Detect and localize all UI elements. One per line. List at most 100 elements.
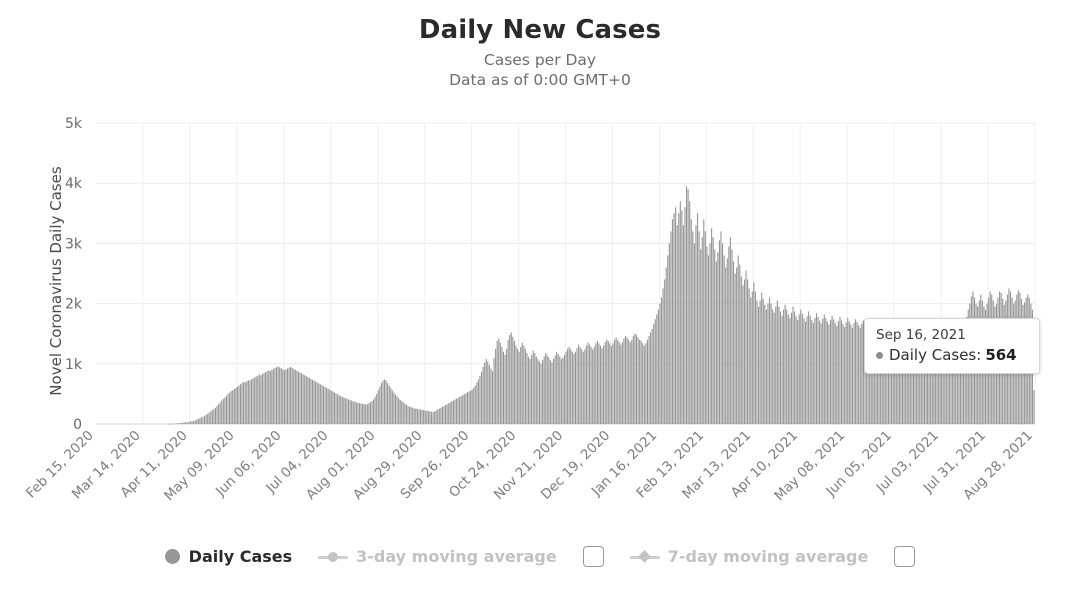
bar[interactable] [579, 346, 581, 424]
bar[interactable] [313, 380, 315, 424]
bar[interactable] [327, 388, 329, 424]
bar[interactable] [823, 314, 825, 424]
bar[interactable] [444, 405, 447, 424]
bar[interactable] [401, 401, 403, 424]
bar[interactable] [660, 297, 663, 424]
bar[interactable] [491, 371, 494, 424]
bar[interactable] [621, 342, 623, 424]
bar[interactable] [645, 343, 647, 424]
bar[interactable] [193, 421, 195, 424]
bar[interactable] [239, 384, 242, 424]
bar[interactable] [448, 403, 450, 424]
bar[interactable] [520, 346, 522, 424]
bar[interactable] [285, 369, 287, 424]
bar[interactable] [681, 210, 683, 424]
bar[interactable] [657, 309, 659, 424]
bar[interactable] [244, 382, 246, 424]
bar[interactable] [745, 270, 747, 424]
bar[interactable] [551, 362, 553, 424]
bar[interactable] [628, 339, 630, 424]
bar[interactable] [260, 375, 262, 424]
bar[interactable] [676, 225, 678, 424]
bar[interactable] [809, 315, 811, 424]
bar[interactable] [609, 343, 611, 424]
bar[interactable] [387, 383, 389, 424]
bar[interactable] [748, 288, 750, 424]
bar[interactable] [189, 421, 192, 424]
bar[interactable] [803, 318, 805, 424]
bar[interactable] [757, 306, 760, 424]
bar[interactable] [380, 383, 382, 424]
bar[interactable] [568, 346, 570, 424]
bar[interactable] [521, 342, 523, 424]
bar[interactable] [811, 319, 813, 424]
bar[interactable] [806, 316, 808, 424]
bar[interactable] [304, 375, 306, 424]
bar[interactable] [180, 422, 182, 424]
bar[interactable] [750, 297, 752, 424]
bar[interactable] [557, 354, 559, 424]
bar[interactable] [615, 337, 617, 424]
bar[interactable] [191, 420, 193, 424]
bar[interactable] [743, 279, 746, 424]
bar[interactable] [761, 292, 763, 424]
bar[interactable] [409, 406, 411, 424]
bar[interactable] [856, 322, 858, 424]
bar[interactable] [567, 348, 569, 424]
bar[interactable] [321, 385, 323, 424]
bar[interactable] [506, 348, 508, 424]
bar[interactable] [473, 387, 475, 424]
bar[interactable] [382, 380, 384, 424]
bar[interactable] [388, 385, 390, 424]
bar[interactable] [640, 340, 642, 424]
bar[interactable] [654, 319, 656, 424]
bar[interactable] [435, 410, 437, 424]
bar[interactable] [764, 304, 766, 424]
bar[interactable] [272, 368, 274, 424]
bar[interactable] [753, 282, 755, 424]
bar[interactable] [624, 336, 627, 424]
bar[interactable] [203, 415, 206, 424]
bar[interactable] [207, 413, 209, 424]
bar[interactable] [443, 405, 445, 424]
bar[interactable] [772, 309, 774, 424]
bar[interactable] [560, 358, 562, 424]
bar[interactable] [315, 381, 317, 424]
bar[interactable] [736, 267, 738, 424]
bar[interactable] [722, 243, 724, 424]
bar[interactable] [418, 409, 420, 424]
bar[interactable] [626, 337, 628, 424]
bar[interactable] [498, 338, 500, 424]
bar[interactable] [770, 303, 772, 424]
bar[interactable] [563, 354, 566, 424]
bar[interactable] [834, 322, 836, 424]
bar[interactable] [457, 397, 459, 424]
bar[interactable] [504, 354, 506, 424]
bar[interactable] [542, 360, 544, 424]
bar[interactable] [642, 343, 644, 424]
bar[interactable] [850, 324, 852, 424]
bar[interactable] [831, 315, 833, 424]
bar[interactable] [299, 372, 301, 424]
bar[interactable] [678, 213, 680, 424]
bar[interactable] [351, 400, 353, 424]
bar[interactable] [318, 383, 320, 424]
bar[interactable] [853, 322, 855, 424]
bar[interactable] [167, 423, 170, 425]
bar[interactable] [311, 379, 314, 424]
bar[interactable] [221, 400, 223, 424]
bar[interactable] [712, 237, 714, 424]
bar[interactable] [515, 345, 517, 424]
bar[interactable] [540, 363, 542, 424]
bar[interactable] [715, 261, 717, 424]
bar[interactable] [474, 385, 476, 424]
bar[interactable] [588, 344, 591, 424]
bar[interactable] [219, 402, 221, 424]
bar[interactable] [751, 291, 753, 424]
bar[interactable] [383, 379, 386, 424]
bar[interactable] [532, 350, 534, 424]
bar[interactable] [756, 300, 758, 424]
bar[interactable] [607, 340, 609, 424]
bar[interactable] [726, 258, 728, 424]
bar[interactable] [365, 404, 367, 424]
